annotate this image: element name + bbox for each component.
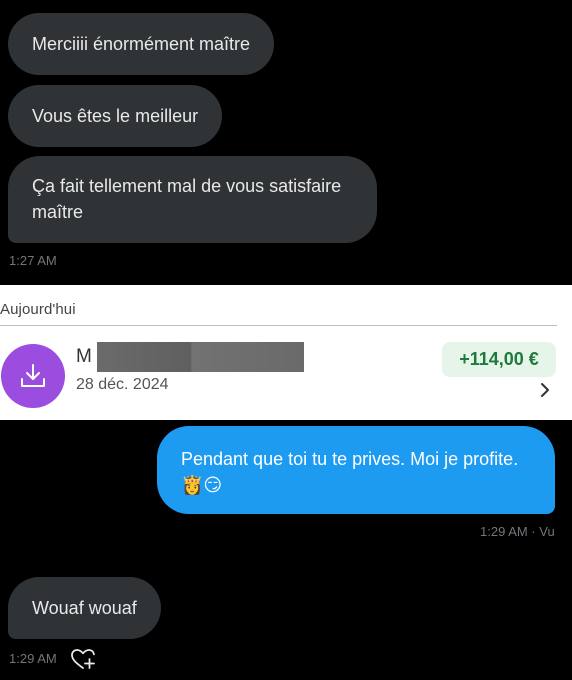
message-bubble-incoming[interactable]: Wouaf wouaf xyxy=(8,577,161,639)
message-bubble-incoming[interactable]: Merciiii énormément maître xyxy=(8,13,275,75)
redaction-block xyxy=(97,342,304,372)
message-timestamp: 1:29 AM xyxy=(9,651,57,666)
message-text: Merciiii énormément maître xyxy=(32,34,251,54)
dm-conversation: Merciiii énormément maître Vous êtes le … xyxy=(0,0,572,680)
emoji-text: 👸😏 xyxy=(181,475,223,495)
bank-transaction-screenshot[interactable]: Aujourd'hui M 28 déc. 2024 +114,00 € xyxy=(0,285,572,420)
download-icon xyxy=(1,344,65,408)
merchant-name: M xyxy=(76,346,92,367)
bank-divider xyxy=(0,325,557,326)
message-bubble-outgoing[interactable]: Pendant que toi tu te prives. Moi je pro… xyxy=(157,426,555,514)
amount-text: +114,00 € xyxy=(459,349,539,369)
message-timestamp: 1:27 AM xyxy=(9,253,57,268)
message-bubble-incoming[interactable]: Vous êtes le meilleur xyxy=(8,85,223,147)
message-text: Wouaf wouaf xyxy=(32,598,137,618)
message-status: 1:29 AM · Vu xyxy=(480,524,555,539)
heart-add-icon[interactable] xyxy=(70,647,96,671)
transaction-amount: +114,00 € xyxy=(442,342,556,377)
message-text: Vous êtes le meilleur xyxy=(32,106,199,126)
message-text: Pendant que toi tu te prives. Moi je pro… xyxy=(181,449,519,469)
message-bubble-incoming[interactable]: Ça fait tellement mal de vous satisfaire… xyxy=(8,156,377,243)
message-text: Ça fait tellement mal de vous satisfaire… xyxy=(32,176,342,222)
chevron-right-icon[interactable] xyxy=(536,381,554,399)
bank-section-header: Aujourd'hui xyxy=(0,301,76,318)
transaction-date: 28 déc. 2024 xyxy=(76,376,169,393)
